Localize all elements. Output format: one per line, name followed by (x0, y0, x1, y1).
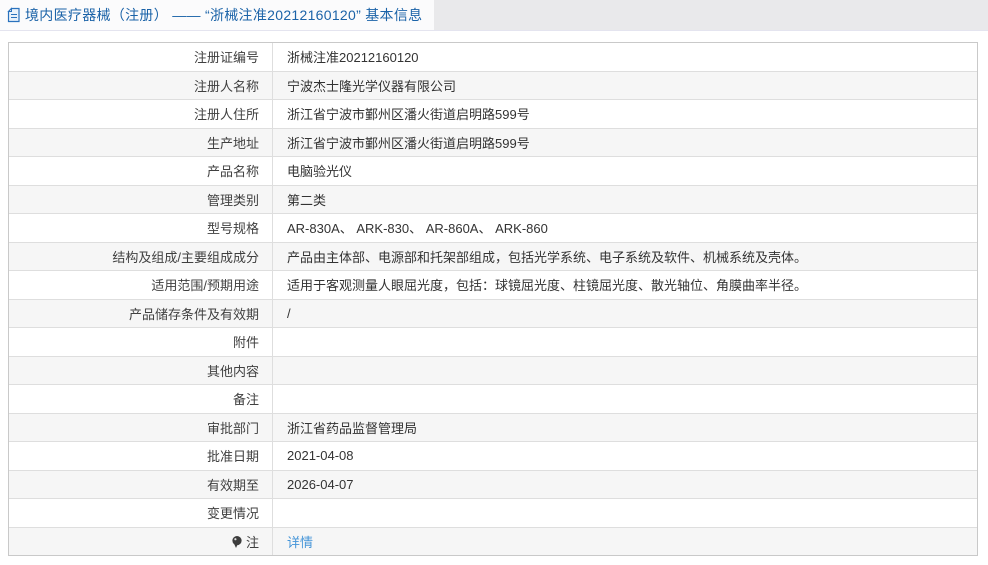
table-row: 有效期至 2026-04-07 (9, 470, 977, 499)
row-label: 产品名称 (9, 157, 273, 185)
row-label-text: 管理类别 (206, 192, 259, 208)
row-value (273, 499, 977, 527)
table-row: 型号规格 AR-830A、 ARK-830、 AR-860A、 ARK-860 (9, 214, 977, 243)
row-value-text: AR-830A、 ARK-830、 AR-860A、 ARK-860 (287, 221, 548, 237)
table-row: 产品储存条件及有效期 / (9, 299, 977, 328)
row-label: 产品储存条件及有效期 (9, 299, 273, 327)
row-label-text: 其他内容 (206, 363, 259, 379)
row-label-text: 注册证编号 (193, 50, 259, 66)
row-value-text: 宁波杰士隆光学仪器有限公司 (287, 78, 457, 94)
row-label: 注册证编号 (9, 43, 273, 71)
row-label-text: 型号规格 (206, 221, 259, 237)
page-title: 境内医疗器械（注册） —— “浙械注准20212160120” 基本信息 (25, 7, 423, 23)
row-label: 注册人住所 (9, 100, 273, 128)
row-label-text: 注 (245, 534, 259, 550)
row-label: 变更情况 (9, 499, 273, 527)
table-row: 其他内容 (9, 356, 977, 385)
table-row: 注 详情 (9, 527, 977, 556)
row-value: 浙械注准20212160120 (273, 43, 977, 71)
row-label-text: 变更情况 (206, 506, 259, 522)
registration-info-table: 注册证编号 浙械注准20212160120 注册人名称 宁波杰士隆光学仪器有限公… (8, 42, 978, 556)
details-link[interactable]: 详情 (287, 532, 313, 551)
row-label-text: 注册人住所 (193, 107, 259, 123)
row-value (273, 385, 977, 413)
row-label-text: 注册人名称 (193, 78, 259, 94)
table-row: 注册人住所 浙江省宁波市鄞州区潘火街道启明路599号 (9, 100, 977, 129)
row-label-text: 结构及组成/主要组成成分 (112, 249, 259, 265)
row-value-text: 浙江省宁波市鄞州区潘火街道启明路599号 (287, 107, 530, 123)
page-title-tab: 境内医疗器械（注册） —— “浙械注准20212160120” 基本信息 (0, 0, 434, 30)
row-value: AR-830A、 ARK-830、 AR-860A、 ARK-860 (273, 214, 977, 242)
row-value-text: 电脑验光仪 (287, 164, 353, 180)
table-row: 附件 (9, 328, 977, 357)
row-label: 有效期至 (9, 470, 273, 498)
row-label: 注 (9, 527, 273, 555)
table-row: 备注 (9, 385, 977, 414)
row-label: 注册人名称 (9, 71, 273, 99)
table-row: 审批部门 浙江省药品监督管理局 (9, 413, 977, 442)
row-value (273, 328, 977, 356)
table-row: 注册证编号 浙械注准20212160120 (9, 43, 977, 72)
row-value-text: / (287, 305, 291, 321)
row-value-text: 浙械注准20212160120 (287, 50, 419, 66)
row-label-text: 有效期至 (206, 477, 259, 493)
row-label: 备注 (9, 385, 273, 413)
row-value (273, 357, 977, 385)
row-value-text: 2021-04-08 (287, 448, 354, 464)
table-row: 批准日期 2021-04-08 (9, 442, 977, 471)
table-row: 生产地址 浙江省宁波市鄞州区潘火街道启明路599号 (9, 128, 977, 157)
row-value: 浙江省宁波市鄞州区潘火街道启明路599号 (273, 100, 977, 128)
row-label-text: 产品储存条件及有效期 (128, 306, 259, 322)
row-label-text: 适用范围/预期用途 (151, 278, 259, 294)
row-value: / (273, 300, 977, 328)
row-label: 结构及组成/主要组成成分 (9, 242, 273, 270)
row-label-text: 审批部门 (206, 420, 259, 436)
row-label: 审批部门 (9, 413, 273, 441)
row-label: 其他内容 (9, 356, 273, 384)
row-value: 适用于客观测量人眼屈光度，包括：球镜屈光度、柱镜屈光度、散光轴位、角膜曲率半径。 (273, 271, 977, 299)
row-value-text: 第二类 (287, 192, 327, 208)
document-icon (7, 7, 21, 23)
row-value: 宁波杰士隆光学仪器有限公司 (273, 72, 977, 100)
row-label-text: 产品名称 (206, 164, 259, 180)
row-value: 产品由主体部、电源部和托架部组成，包括光学系统、电子系统及软件、机械系统及壳体。 (273, 243, 977, 271)
row-value: 2021-04-08 (273, 442, 977, 470)
row-value: 电脑验光仪 (273, 157, 977, 185)
row-value: 浙江省宁波市鄞州区潘火街道启明路599号 (273, 129, 977, 157)
row-value: 第二类 (273, 186, 977, 214)
table-row: 结构及组成/主要组成成分 产品由主体部、电源部和托架部组成，包括光学系统、电子系… (9, 242, 977, 271)
table-row: 变更情况 (9, 499, 977, 528)
table-row: 产品名称 电脑验光仪 (9, 157, 977, 186)
row-label: 管理类别 (9, 185, 273, 213)
row-label: 适用范围/预期用途 (9, 271, 273, 299)
row-value-text: 浙江省药品监督管理局 (287, 420, 418, 436)
row-label: 型号规格 (9, 214, 273, 242)
row-value: 2026-04-07 (273, 471, 977, 499)
row-value-text: 产品由主体部、电源部和托架部组成，包括光学系统、电子系统及软件、机械系统及壳体。 (287, 249, 808, 265)
page-header: 境内医疗器械（注册） —— “浙械注准20212160120” 基本信息 (0, 0, 988, 31)
row-value-text: 2026-04-07 (287, 476, 354, 492)
note-balloon-icon (231, 535, 243, 549)
row-label: 生产地址 (9, 128, 273, 156)
table-row: 注册人名称 宁波杰士隆光学仪器有限公司 (9, 71, 977, 100)
table-row: 适用范围/预期用途 适用于客观测量人眼屈光度，包括：球镜屈光度、柱镜屈光度、散光… (9, 271, 977, 300)
row-value: 浙江省药品监督管理局 (273, 414, 977, 442)
row-label: 批准日期 (9, 442, 273, 470)
row-value: 详情 (273, 528, 977, 556)
row-value-text: 适用于客观测量人眼屈光度，包括：球镜屈光度、柱镜屈光度、散光轴位、角膜曲率半径。 (287, 278, 808, 294)
row-label-text: 备注 (232, 392, 259, 408)
table-row: 管理类别 第二类 (9, 185, 977, 214)
row-value-text: 浙江省宁波市鄞州区潘火街道启明路599号 (287, 135, 530, 151)
row-label-text: 批准日期 (206, 449, 259, 465)
row-label: 附件 (9, 328, 273, 356)
row-label-text: 生产地址 (206, 135, 259, 151)
row-label-text: 附件 (232, 335, 259, 351)
